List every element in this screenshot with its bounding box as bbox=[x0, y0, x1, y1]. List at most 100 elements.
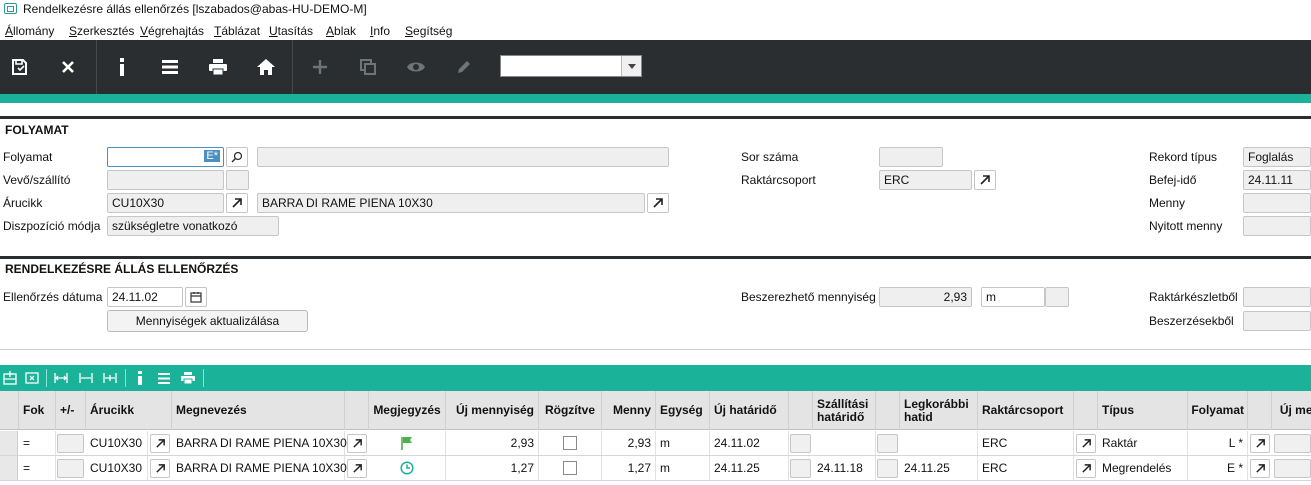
cell-folyamat-goto-button[interactable] bbox=[1250, 434, 1270, 453]
list-icon[interactable] bbox=[156, 50, 184, 84]
cell-uj-hatarido-btn[interactable] bbox=[790, 459, 811, 478]
cell-uj-menny: 1,27 bbox=[446, 456, 539, 480]
rogzitve-checkbox[interactable] bbox=[563, 461, 577, 475]
arucikk-field[interactable]: CU10X30 bbox=[107, 193, 224, 213]
cell-megjegyzes[interactable] bbox=[369, 456, 446, 480]
datum-field[interactable]: 24.11.02 bbox=[107, 287, 183, 307]
update-quantities-button[interactable]: Mennyiségek aktualizálása bbox=[107, 310, 308, 332]
column-width-icon[interactable] bbox=[52, 369, 70, 387]
cell-uj-hatarido-btn[interactable] bbox=[790, 434, 811, 453]
unit-field[interactable]: m bbox=[981, 287, 1045, 307]
cell-legkorabbi: 24.11.25 bbox=[900, 456, 978, 480]
col-uj-hatarido-btn bbox=[789, 391, 813, 430]
grid-list-icon[interactable] bbox=[155, 369, 173, 387]
table-row[interactable]: = CU10X30 BARRA DI RAME PIENA 10X30 1,27… bbox=[0, 456, 1311, 481]
col-folyamat[interactable]: Folyamat bbox=[1188, 391, 1248, 430]
insert-row-icon[interactable] bbox=[1, 369, 19, 387]
rekord-field[interactable]: Foglalás bbox=[1243, 147, 1311, 167]
folyamat-field[interactable]: E* bbox=[107, 147, 224, 167]
vevo-field[interactable] bbox=[107, 170, 224, 190]
close-icon[interactable] bbox=[54, 50, 82, 84]
cell-legkorabbi bbox=[900, 431, 978, 455]
info-icon[interactable] bbox=[108, 50, 136, 84]
menny-field[interactable] bbox=[1243, 193, 1311, 213]
sor-field[interactable] bbox=[879, 147, 943, 167]
col-egyseg[interactable]: Egység bbox=[656, 391, 710, 430]
cell-arucikk-goto-button[interactable] bbox=[150, 434, 170, 453]
menu-utasitas[interactable]: Utasítás bbox=[269, 24, 313, 38]
arucikk-desc-field[interactable]: BARRA DI RAME PIENA 10X30 bbox=[257, 193, 645, 213]
copy-icon[interactable] bbox=[354, 50, 382, 84]
cell-szall-btn[interactable] bbox=[877, 434, 898, 453]
col-menny[interactable]: Menny bbox=[602, 391, 656, 430]
dispo-field[interactable]: szükségletre vonatkozó bbox=[107, 216, 279, 236]
cell-uj-megj[interactable] bbox=[1274, 459, 1311, 478]
befej-field[interactable]: 24.11.11 bbox=[1243, 170, 1311, 190]
column-fit-icon[interactable] bbox=[77, 369, 95, 387]
arucikk-desc-goto-button[interactable] bbox=[647, 193, 669, 213]
beszerezheto-field[interactable]: 2,93 bbox=[879, 287, 972, 307]
cell-pm[interactable] bbox=[57, 434, 84, 453]
raktarcsoport-goto-button[interactable] bbox=[974, 170, 996, 190]
col-megnevezes[interactable]: Megnevezés bbox=[172, 391, 345, 430]
calendar-button[interactable] bbox=[185, 287, 207, 307]
col-uj-megj[interactable]: Új megj bbox=[1272, 391, 1311, 430]
col-megjegyzes[interactable]: Megjegyzés bbox=[369, 391, 446, 430]
save-icon[interactable] bbox=[6, 50, 34, 84]
nyitott-field[interactable] bbox=[1243, 216, 1311, 236]
raktarcsoport-label: Raktárcsoport bbox=[741, 173, 816, 187]
grid-print-icon[interactable] bbox=[179, 369, 197, 387]
col-pm[interactable]: +/- bbox=[56, 391, 86, 430]
cell-folyamat-goto-button[interactable] bbox=[1250, 459, 1270, 478]
menu-allomany[interactable]: Állomány bbox=[5, 24, 54, 38]
folyamat-desc-field[interactable] bbox=[257, 147, 669, 167]
cell-pm[interactable] bbox=[57, 459, 84, 478]
view-icon[interactable] bbox=[402, 50, 430, 84]
col-rogzitve[interactable]: Rögzítve bbox=[539, 391, 602, 430]
cell-megnevezes-goto-button[interactable] bbox=[347, 434, 367, 453]
column-reset-icon[interactable] bbox=[101, 369, 119, 387]
toolbar-combo[interactable] bbox=[500, 55, 642, 77]
menu-bar: Állomány Szerkesztés Végrehajtás Tábláza… bbox=[0, 20, 1311, 40]
home-icon[interactable] bbox=[252, 50, 280, 84]
raktarcsoport-field[interactable]: ERC bbox=[879, 170, 972, 190]
edit-icon[interactable] bbox=[450, 50, 478, 84]
chevron-down-icon[interactable] bbox=[621, 56, 641, 76]
cell-megjegyzes[interactable] bbox=[369, 431, 446, 455]
col-uj-hatarido[interactable]: Új határidő bbox=[710, 391, 789, 430]
grid-info-icon[interactable] bbox=[131, 369, 149, 387]
col-legkorabbi[interactable]: Legkorábbi hatid bbox=[900, 391, 978, 430]
vevo-extra-field[interactable] bbox=[226, 170, 249, 190]
menu-info[interactable]: Info bbox=[370, 24, 390, 38]
beszerzes-field[interactable] bbox=[1243, 311, 1311, 331]
cell-megnevezes-goto-button[interactable] bbox=[347, 459, 367, 478]
rogzitve-checkbox[interactable] bbox=[563, 436, 577, 450]
cell-szall-btn[interactable] bbox=[877, 459, 898, 478]
row-handle[interactable] bbox=[0, 431, 18, 455]
menu-vegrehajtas[interactable]: Végrehajtás bbox=[140, 24, 204, 38]
unit-extra-field[interactable] bbox=[1045, 287, 1069, 307]
arucikk-goto-button[interactable] bbox=[226, 193, 248, 213]
cell-arucikk-goto-button[interactable] bbox=[150, 459, 170, 478]
cell-uj-megj[interactable] bbox=[1274, 434, 1311, 453]
menu-tablazat[interactable]: Táblázat bbox=[214, 24, 260, 38]
col-raktarcsoport[interactable]: Raktárcsoport bbox=[978, 391, 1074, 430]
row-handle[interactable] bbox=[0, 456, 18, 480]
menu-ablak[interactable]: Ablak bbox=[326, 24, 356, 38]
col-szall-hatarido[interactable]: Szállítási határidő bbox=[813, 391, 876, 430]
col-arucikk[interactable]: Árucikk bbox=[86, 391, 172, 430]
col-fok[interactable]: Fok bbox=[19, 391, 56, 430]
cell-raktarcsoport-goto-button[interactable] bbox=[1076, 434, 1096, 453]
add-icon[interactable] bbox=[306, 50, 334, 84]
menu-segitseg[interactable]: Segítség bbox=[405, 24, 452, 38]
search-button[interactable] bbox=[226, 147, 248, 167]
table-row[interactable]: = CU10X30 BARRA DI RAME PIENA 10X30 2,93… bbox=[0, 431, 1311, 456]
calendar-icon bbox=[190, 292, 202, 303]
cell-raktarcsoport-goto-button[interactable] bbox=[1076, 459, 1096, 478]
col-tipus[interactable]: Típus bbox=[1098, 391, 1188, 430]
print-icon[interactable] bbox=[204, 50, 232, 84]
delete-row-icon[interactable] bbox=[23, 369, 41, 387]
raktarkeszlet-field[interactable] bbox=[1243, 287, 1311, 307]
menu-szerkesztes[interactable]: Szerkesztés bbox=[69, 24, 134, 38]
col-uj-menny[interactable]: Új mennyiség bbox=[446, 391, 539, 430]
